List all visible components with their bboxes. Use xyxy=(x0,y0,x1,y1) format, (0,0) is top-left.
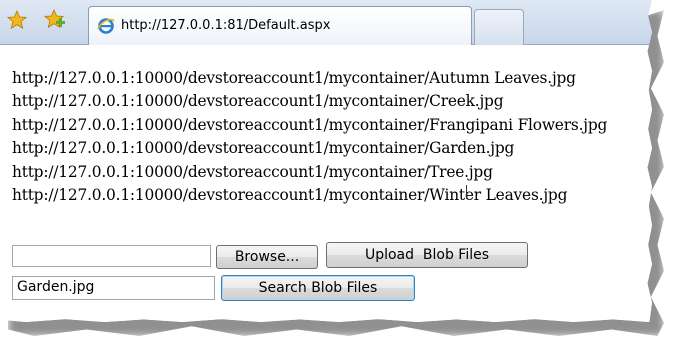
file-upload-input[interactable] xyxy=(12,245,211,267)
browser-toolbar: http://127.0.0.1:81/Default.aspx xyxy=(0,0,652,45)
blob-url-item: http://127.0.0.1:10000/devstoreaccount1/… xyxy=(12,186,568,205)
add-favorite-icon[interactable] xyxy=(44,9,66,31)
new-tab-button[interactable] xyxy=(474,9,524,45)
blob-url-item: http://127.0.0.1:10000/devstoreaccount1/… xyxy=(12,92,504,111)
tab-url: http://127.0.0.1:81/Default.aspx xyxy=(121,18,331,33)
blob-url-item: http://127.0.0.1:10000/devstoreaccount1/… xyxy=(12,69,576,87)
blob-url-item: http://127.0.0.1:10000/devstoreaccount1/… xyxy=(12,162,493,181)
upload-blob-files-button[interactable]: Upload Blob Files xyxy=(326,242,528,268)
blob-url-item: http://127.0.0.1:10000/devstoreaccount1/… xyxy=(12,115,608,134)
search-blob-files-button[interactable]: Search Blob Files xyxy=(221,275,415,301)
browse-button[interactable]: Browse... xyxy=(216,245,318,269)
mouse-cursor xyxy=(466,185,467,199)
browser-window: http://127.0.0.1:81/Default.aspx http://… xyxy=(0,0,652,322)
favorites-star-icon[interactable] xyxy=(6,9,28,31)
blob-url-item: http://127.0.0.1:10000/devstoreaccount1/… xyxy=(12,139,515,158)
tab-default-aspx[interactable]: http://127.0.0.1:81/Default.aspx xyxy=(88,6,472,45)
blob-url-list: http://127.0.0.1:10000/devstoreaccount1/… xyxy=(12,67,607,207)
ie-page-icon xyxy=(97,17,115,35)
search-input[interactable]: Garden.jpg xyxy=(12,276,215,300)
page-content: http://127.0.0.1:10000/devstoreaccount1/… xyxy=(0,45,652,322)
